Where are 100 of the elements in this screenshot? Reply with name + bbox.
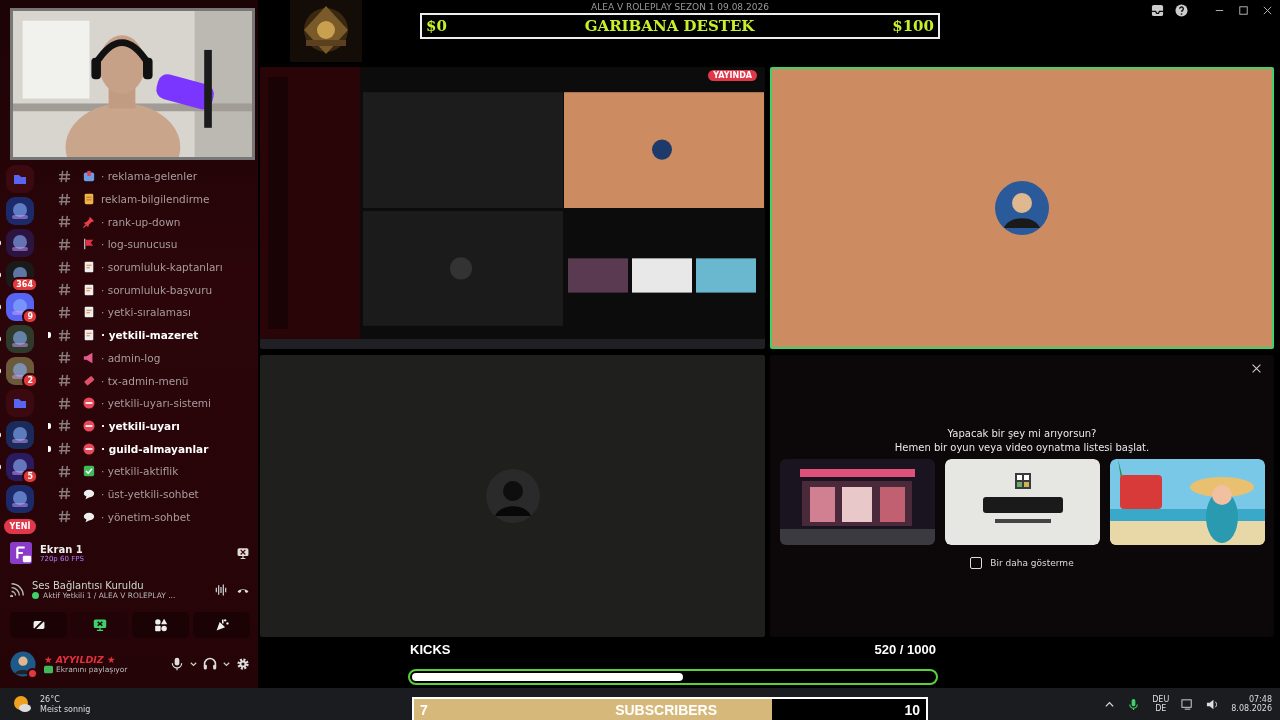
checkmark-icon <box>83 465 95 478</box>
voice-status: Ses Bağlantısı Kuruldu <box>32 580 144 591</box>
dont-show-again-checkbox[interactable]: Bir daha gösterme <box>970 557 1074 569</box>
no-entry-icon <box>83 397 95 410</box>
subscriber-goal: 10 <box>904 701 920 718</box>
channel-item[interactable]: · yetkili-uyarı <box>58 419 180 433</box>
channel-item[interactable]: · sorumluluk-kaptanları <box>58 260 223 274</box>
checkbox[interactable] <box>970 557 983 569</box>
help-icon[interactable] <box>1175 4 1188 17</box>
channel-item[interactable]: · yetkili-mazeret <box>58 328 199 342</box>
avatar[interactable] <box>10 651 36 677</box>
screen-share-button[interactable] <box>71 612 128 638</box>
channel-item[interactable]: · log-sunucusu <box>58 237 178 251</box>
channel-item[interactable]: · yetkili-uyarı-sistemi <box>58 396 211 410</box>
hash-icon <box>58 487 71 501</box>
subscriber-count: 7 <box>420 701 428 718</box>
megaphone-icon <box>83 351 95 364</box>
kicks-count: 520 / 1000 <box>874 642 936 657</box>
document-icon <box>83 261 95 274</box>
shapes-icon <box>153 618 168 632</box>
app-icon <box>10 542 32 564</box>
close-button[interactable] <box>1261 4 1274 17</box>
camera-off-button[interactable] <box>10 612 67 638</box>
signal-icon <box>10 583 24 597</box>
pin-icon <box>83 215 95 228</box>
headphones-icon[interactable] <box>203 657 217 671</box>
settings-icon[interactable] <box>236 657 250 671</box>
hash-icon <box>58 396 71 410</box>
activity-prompt-text: Yapacak bir şey mi arıyorsun? Hemen bir oyun veya video oynatma listesi başlat. <box>894 427 1150 455</box>
document-icon <box>83 329 95 342</box>
mention-badge: 364 <box>11 277 38 292</box>
clock-date[interactable]: 8.08.2026 <box>1231 704 1272 713</box>
channel-item[interactable]: · admin-log <box>58 351 161 365</box>
weather-icon[interactable] <box>12 694 32 714</box>
no-entry-icon <box>83 419 95 432</box>
screen-icon <box>44 665 53 674</box>
goal-amount: $100 <box>892 17 934 35</box>
stream-title: Ekran 1 <box>40 543 84 555</box>
temperature: 26°C <box>40 694 61 704</box>
live-badge: YAYINDA <box>708 70 757 81</box>
screen-share-icon <box>92 618 107 632</box>
hash-icon <box>58 237 71 251</box>
hash-icon <box>58 305 71 319</box>
channel-item[interactable]: · yetkili-aktiflik <box>58 464 179 478</box>
channel-item[interactable]: · tx-admin-menü <box>58 374 189 388</box>
weather-text: Meist sonnig <box>40 704 91 714</box>
hash-icon <box>58 419 71 433</box>
scroll-icon <box>83 193 95 206</box>
input-language[interactable]: DEU <box>1152 695 1170 704</box>
channel-item[interactable]: reklam-bilgilendirme <box>58 192 210 206</box>
chevron-icon[interactable] <box>222 659 231 669</box>
channel-item[interactable]: · guild-almayanlar <box>58 442 209 456</box>
hash-icon <box>58 442 71 456</box>
channel-item[interactable]: · sorumluluk-başvuru <box>58 283 213 297</box>
channel-item[interactable]: · yetki-sıralaması <box>58 305 191 319</box>
party-popper-icon <box>214 618 229 632</box>
kicks-label: KICKS <box>410 642 451 657</box>
channel-item[interactable]: · reklama-gelenler <box>58 169 197 183</box>
new-badge: YENİ <box>3 519 37 534</box>
hash-icon <box>58 510 71 524</box>
avatar <box>994 180 1050 236</box>
hash-icon <box>58 169 71 183</box>
inbox-icon[interactable] <box>1151 4 1164 17</box>
camera-off-icon <box>31 618 46 632</box>
microphone-icon[interactable] <box>1127 697 1141 711</box>
clock-time[interactable]: 07:48 <box>1248 695 1272 704</box>
hash-icon <box>58 351 71 365</box>
folder-icon[interactable] <box>6 165 34 193</box>
server-icon[interactable] <box>6 453 34 481</box>
channel-item[interactable]: · üst-yetkili-sohbet <box>58 487 199 501</box>
avatar <box>484 468 541 524</box>
channel-item[interactable]: · yönetim-sohbet <box>58 510 191 524</box>
mention-badge: 9 <box>22 309 38 324</box>
hash-icon <box>58 464 71 478</box>
server-icon[interactable] <box>6 357 34 385</box>
hash-icon <box>58 215 71 229</box>
channel-item[interactable]: · rank-up-down <box>58 215 181 229</box>
microphone-icon[interactable] <box>170 657 184 671</box>
hash-icon <box>58 260 71 274</box>
waveform-icon[interactable] <box>214 583 228 597</box>
server-icon[interactable] <box>6 293 34 321</box>
activities-button[interactable] <box>132 612 189 638</box>
chevron-icon[interactable] <box>189 659 198 669</box>
status-dot <box>32 592 39 599</box>
window-title: ALEA V ROLEPLAY SEZON 1 09.08.2026 <box>591 1 769 13</box>
hash-icon <box>58 374 71 388</box>
no-entry-icon <box>83 442 95 455</box>
inbox-icon <box>83 170 95 183</box>
username: ★ AYYILDIZ ★ <box>44 654 117 665</box>
folder-icon[interactable] <box>6 389 34 417</box>
maximize-button[interactable] <box>1237 4 1250 17</box>
close-button[interactable] <box>1251 363 1262 374</box>
mention-badge: 2 <box>22 373 38 388</box>
document-icon <box>83 306 95 319</box>
soundboard-button[interactable] <box>193 612 250 638</box>
subscribers-label: SUBSCRIBERS <box>615 701 718 718</box>
stop-stream-icon[interactable] <box>236 546 250 560</box>
keyboard-layout[interactable]: DE <box>1155 704 1167 713</box>
goal-start: $0 <box>426 17 447 35</box>
hash-icon <box>58 328 71 342</box>
